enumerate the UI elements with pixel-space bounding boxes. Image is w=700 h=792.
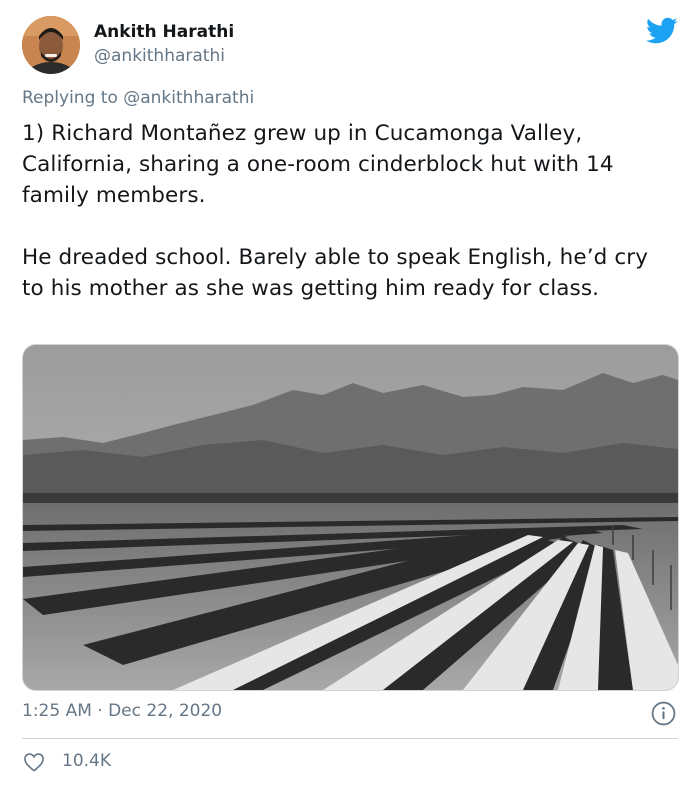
landscape-photo-image [23, 345, 678, 690]
info-icon[interactable] [651, 701, 676, 726]
heart-icon[interactable] [23, 752, 45, 772]
twitter-bird-icon[interactable] [646, 17, 678, 45]
author-handle[interactable]: @ankithharathi [94, 46, 225, 66]
tweet-timestamp[interactable]: 1:25 AM · Dec 22, 2020 [22, 701, 222, 721]
avatar-image [22, 16, 80, 74]
author-name[interactable]: Ankith Harathi [94, 22, 234, 42]
tweet-photo[interactable] [22, 344, 679, 691]
tweet-paragraph-1: 1) Richard Montañez grew up in Cucamonga… [22, 121, 614, 208]
divider [22, 738, 678, 739]
like-count[interactable]: 10.4K [62, 751, 111, 771]
replying-to-label[interactable]: Replying to @ankithharathi [22, 88, 254, 108]
tweet-paragraph-2: He dreaded school. Barely able to speak … [22, 245, 649, 301]
avatar[interactable] [22, 16, 80, 74]
tweet-text: 1) Richard Montañez grew up in Cucamonga… [22, 118, 672, 304]
